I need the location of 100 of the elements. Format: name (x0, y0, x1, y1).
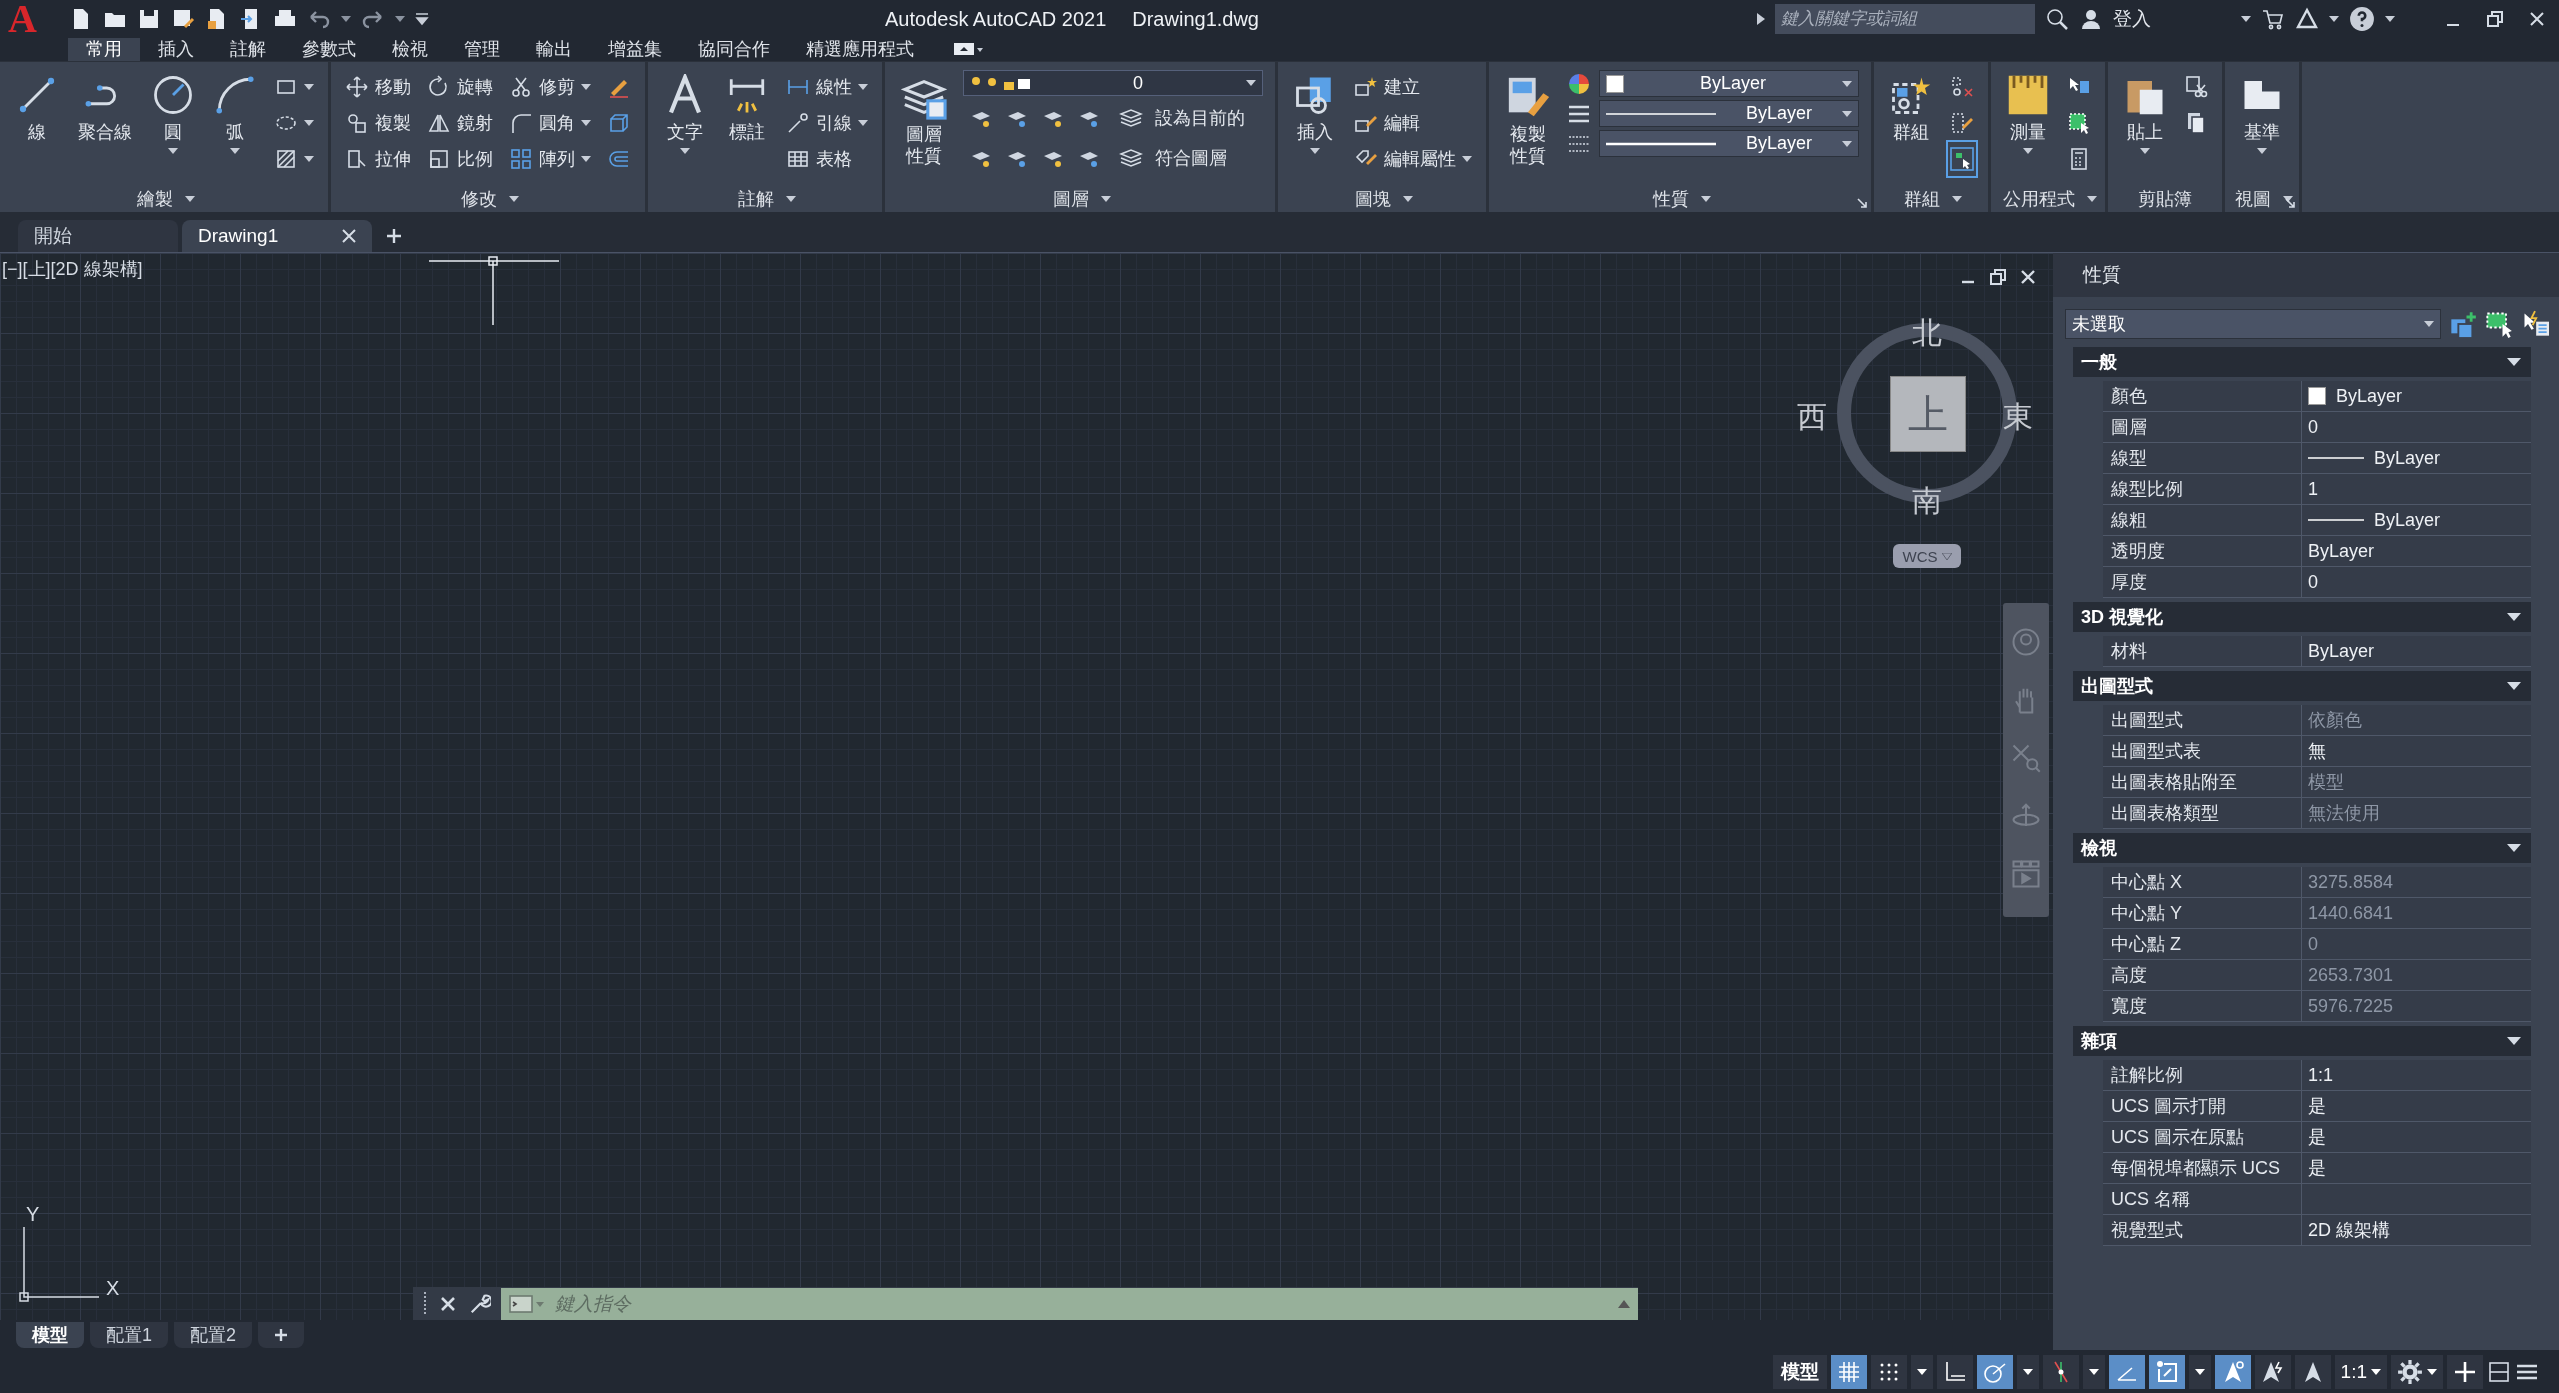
command-prompt-icon[interactable] (509, 1294, 545, 1314)
wrench-icon[interactable] (469, 1293, 491, 1315)
ribbon-tool-button[interactable]: 插入 (1290, 70, 1340, 158)
settings-button[interactable] (2391, 1354, 2443, 1389)
ribbon-tool-button[interactable]: 移動 (343, 70, 413, 104)
ribbon-tool-button[interactable]: 圓 (148, 70, 198, 158)
ribbon-tool-button[interactable] (1948, 142, 1976, 176)
select-objects-icon[interactable] (2485, 310, 2513, 338)
panel-title-bar[interactable]: 群組 (1874, 186, 1988, 212)
ribbon-tool-button[interactable]: 線性 (784, 70, 870, 104)
command-field[interactable]: 鍵入指令 (501, 1288, 1638, 1320)
layout-tab[interactable]: 配置2 (174, 1322, 253, 1348)
close-icon[interactable] (439, 1295, 457, 1313)
ribbon-tool-button[interactable]: 複製 (343, 106, 413, 140)
dialog-launcher-icon[interactable] (1857, 198, 1867, 208)
ribbon-tool-button[interactable]: 文字 (660, 70, 710, 158)
ribbon-tool-button[interactable]: 鏡射 (425, 106, 495, 140)
dropdown-button[interactable] (2016, 1354, 2039, 1389)
property-dropdown[interactable]: ByLayer (1599, 130, 1859, 157)
compass-label[interactable]: 北 (1912, 313, 1942, 354)
property-value[interactable]: 是 (2302, 1122, 2531, 1152)
ribbon-tool-button[interactable]: 建立 (1352, 70, 1474, 104)
selection-dropdown[interactable]: 未選取 (2065, 309, 2441, 339)
viewport-controls-label[interactable]: [−][上][2D 線架構] (2, 257, 143, 281)
layer-dropdown[interactable]: 0 (963, 70, 1263, 96)
ribbon-tool-button[interactable]: 引線 (784, 106, 870, 140)
ribbon-tool-button[interactable]: 測量 (2003, 70, 2053, 158)
panel-title-bar[interactable]: 公用程式 (1991, 186, 2105, 212)
ribbon-tool-button[interactable]: 編輯 (1352, 106, 1474, 140)
add-layout-button[interactable] (258, 1322, 305, 1348)
ribbon-tool-button[interactable]: 複製性質 (1501, 70, 1555, 172)
property-value[interactable]: 是 (2302, 1091, 2531, 1121)
ribbon-tool-button[interactable]: 比例 (425, 142, 495, 176)
status-toggle-button[interactable] (1976, 1354, 2013, 1389)
ribbon-tool-button[interactable]: 貼上 (2120, 70, 2170, 158)
section-header[interactable]: 雜項 (2073, 1026, 2531, 1056)
status-toggle-button[interactable] (1870, 1354, 1907, 1389)
dropdown-button[interactable] (2188, 1354, 2211, 1389)
ribbon-tab[interactable]: 檢視 (374, 38, 446, 61)
section-header[interactable]: 檢視 (2073, 833, 2531, 863)
property-value[interactable]: ByLayer (2302, 636, 2531, 666)
property-value[interactable]: 1:1 (2302, 1060, 2531, 1090)
ucs-menu-button[interactable]: WCS (1893, 544, 1961, 568)
ribbon-tool-button[interactable]: 群組 (1886, 70, 1936, 148)
ribbon-tool-button[interactable]: 編輯屬性 (1352, 142, 1474, 176)
property-dropdown[interactable]: ByLayer (1599, 70, 1859, 97)
ribbon-tool-button[interactable]: 旋轉 (425, 70, 495, 104)
status-toggle-button[interactable] (2108, 1354, 2145, 1389)
property-dropdown[interactable]: ByLayer (1599, 100, 1859, 127)
ribbon-tool-button[interactable]: 陣列 (507, 142, 593, 176)
property-value[interactable]: ByLayer (2302, 505, 2531, 535)
property-value[interactable]: 0 (2302, 567, 2531, 597)
panel-title-bar[interactable]: 圖塊 (1278, 186, 1486, 212)
ribbon-tab[interactable]: 精選應用程式 (788, 38, 932, 61)
triangle-nodes-icon[interactable] (2295, 7, 2319, 31)
status-toggle-button[interactable] (2042, 1354, 2079, 1389)
close-icon[interactable] (342, 229, 356, 243)
property-value[interactable]: ByLayer (2302, 536, 2531, 566)
compass-label[interactable]: 東 (2003, 397, 2033, 438)
toggle-pickadd-icon[interactable] (2449, 310, 2477, 338)
ribbon-tab[interactable]: 管理 (446, 38, 518, 61)
restore-icon[interactable] (2487, 11, 2503, 27)
close-icon[interactable] (2020, 269, 2036, 285)
ribbon-tool-button[interactable]: 聚合線 (74, 70, 136, 148)
customize-menu-icon[interactable] (414, 12, 429, 26)
panel-title-bar[interactable]: 修改 (331, 186, 645, 212)
user-icon[interactable] (2079, 7, 2103, 31)
status-toggle-button[interactable] (2214, 1354, 2251, 1389)
restore-icon[interactable] (1990, 269, 2006, 285)
panel-title-bar[interactable]: 性質 (1489, 186, 1871, 212)
document-tab[interactable]: Drawing1 (182, 220, 372, 252)
dropdown-button[interactable] (1910, 1354, 1933, 1389)
model-space-button[interactable]: 模型 (1772, 1354, 1827, 1389)
search-icon[interactable] (2045, 7, 2069, 31)
command-input[interactable]: 鍵入指令 (553, 1292, 1610, 1316)
ribbon-tab[interactable]: 插入 (140, 38, 212, 61)
ribbon-tab[interactable]: 協同合作 (680, 38, 788, 61)
ribbon-tab[interactable]: 輸出 (518, 38, 590, 61)
ribbon-tool-button[interactable]: 線 (12, 70, 62, 148)
ribbon-tool-button[interactable]: 表格 (784, 142, 870, 176)
ribbon-tool-button[interactable]: 弧 (210, 70, 260, 158)
ribbon-tool-button[interactable]: 標註 (722, 70, 772, 148)
help-icon[interactable] (2349, 6, 2375, 32)
status-toggle-button[interactable] (1830, 1354, 1867, 1389)
close-icon[interactable] (2529, 11, 2545, 27)
ribbon-tool-button[interactable]: 拉伸 (343, 142, 413, 176)
document-tab[interactable]: 開始 (18, 220, 178, 252)
property-value[interactable]: ByLayer (2302, 443, 2531, 473)
dropdown-button[interactable] (2082, 1354, 2105, 1389)
layout-tab[interactable]: 配置1 (90, 1322, 168, 1348)
status-toggle-button[interactable] (2254, 1354, 2291, 1389)
section-header[interactable]: 一般 (2073, 347, 2531, 377)
property-value[interactable]: 1 (2302, 474, 2531, 504)
annotation-scale-button[interactable]: 1:1 (2334, 1354, 2387, 1389)
status-toggle-button[interactable] (2294, 1354, 2331, 1389)
expand-arrow-icon[interactable] (1757, 13, 1765, 25)
hardware-acceleration-icon[interactable] (2487, 1359, 2511, 1384)
panel-title-bar[interactable]: 繪製 (0, 186, 328, 212)
ribbon-tool-button[interactable]: 圖層性質 (897, 70, 951, 172)
ribbon-toggle-icon[interactable] (954, 42, 984, 56)
